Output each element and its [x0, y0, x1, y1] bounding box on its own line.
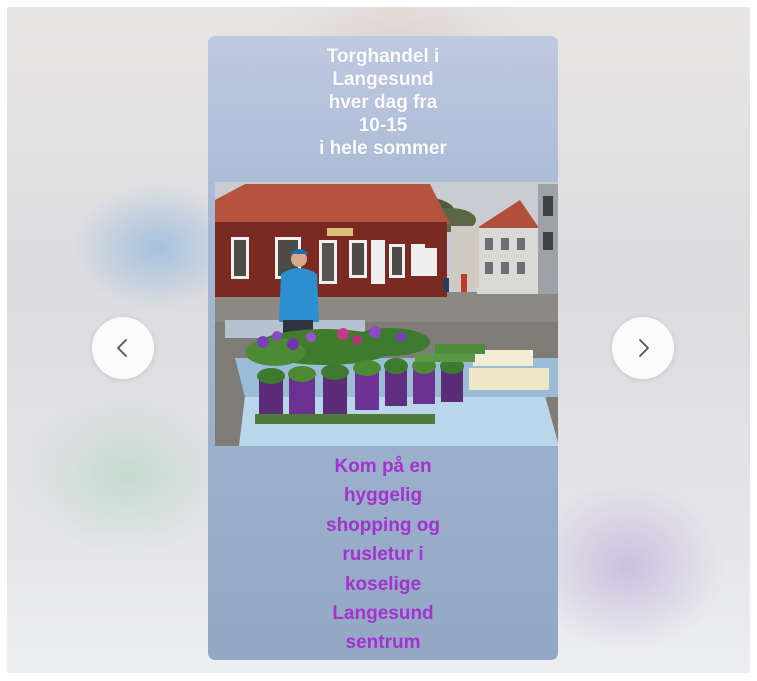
chevron-left-icon: [117, 339, 127, 357]
story-viewer: Torghandel i Langesund hver dag fra 10-1…: [7, 7, 750, 673]
story-card[interactable]: Torghandel i Langesund hver dag fra 10-1…: [208, 36, 558, 660]
story-caption-top: Torghandel i Langesund hver dag fra 10-1…: [319, 46, 447, 159]
story-caption-bottom: Kom på en hyggelig shopping og rusletur …: [326, 456, 440, 654]
next-button[interactable]: [612, 317, 674, 379]
market-photo: [215, 182, 558, 446]
chevron-right-icon: [639, 339, 649, 357]
previous-button[interactable]: [92, 317, 154, 379]
